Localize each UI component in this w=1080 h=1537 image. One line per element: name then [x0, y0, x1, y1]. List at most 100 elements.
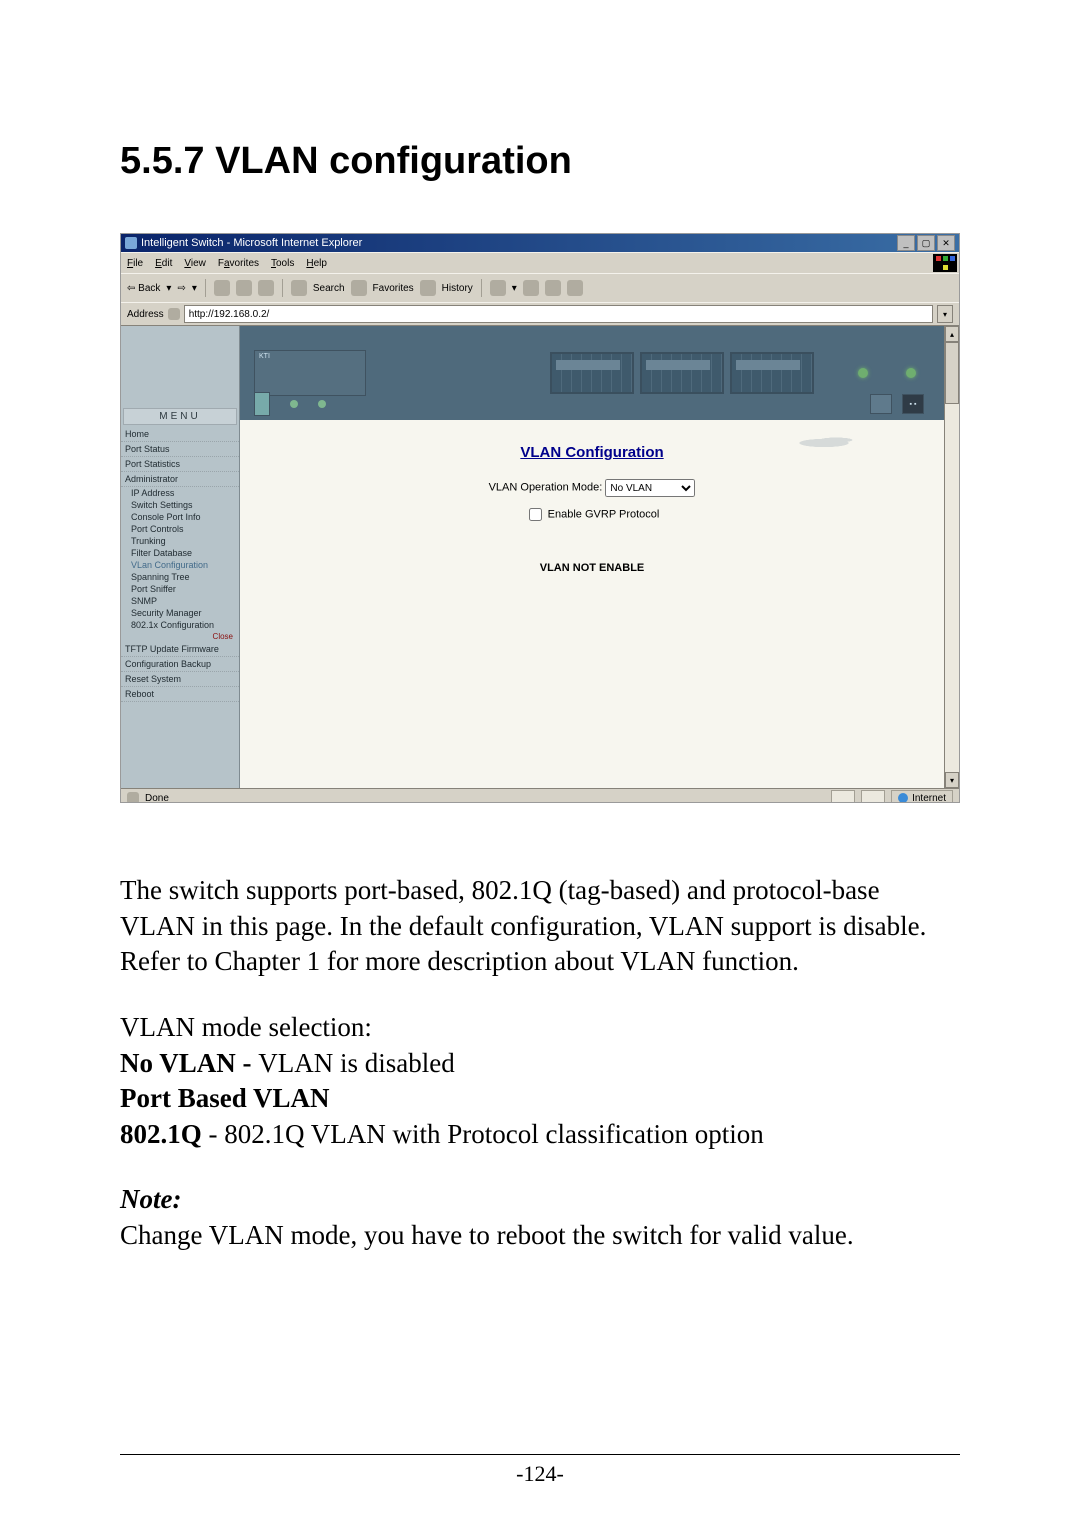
sidebar-sub-port-controls[interactable]: Port Controls — [121, 523, 239, 535]
close-button[interactable]: ✕ — [937, 235, 955, 251]
sidebar-sub-switch-settings[interactable]: Switch Settings — [121, 499, 239, 511]
ie-icon — [125, 237, 137, 249]
globe-icon — [898, 793, 908, 803]
sidebar-sub-snmp[interactable]: SNMP — [121, 595, 239, 607]
menu-edit[interactable]: Edit — [155, 258, 172, 269]
sidebar-item-home[interactable]: Home — [121, 427, 239, 442]
history-button[interactable]: History — [442, 283, 473, 294]
paragraph-note: Note: Change VLAN mode, you have to rebo… — [120, 1182, 960, 1253]
address-dropdown[interactable]: ▾ — [937, 305, 953, 323]
address-input[interactable] — [184, 305, 933, 323]
edit-icon[interactable] — [545, 280, 561, 296]
scrollbar-vertical[interactable]: ▴ ▾ — [944, 326, 959, 788]
sidebar-item-port-statistics[interactable]: Port Statistics — [121, 457, 239, 472]
vlan-mode-select[interactable]: No VLAN — [605, 479, 695, 497]
menubar: File Edit View Favorites Tools Help — [121, 252, 959, 273]
no-vlan-rest: VLAN is disabled — [258, 1048, 454, 1078]
status-dot-2 — [318, 400, 326, 408]
paragraph-modes: VLAN mode selection: No VLAN - VLAN is d… — [120, 1010, 960, 1153]
sidebar-sub-spanning-tree[interactable]: Spanning Tree — [121, 571, 239, 583]
sidebar-item-port-status[interactable]: Port Status — [121, 442, 239, 457]
menu-file[interactable]: File — [127, 258, 143, 269]
scroll-down-button[interactable]: ▾ — [945, 772, 959, 788]
home-icon[interactable] — [258, 280, 274, 296]
sidebar-sub-8021x-configuration[interactable]: 802.1x Configuration — [121, 619, 239, 631]
sidebar-sub-vlan-configuration[interactable]: VLan Configuration — [121, 559, 239, 571]
address-bar: Address ▾ — [121, 302, 959, 325]
device-icon — [254, 392, 270, 416]
favorites-button[interactable]: Favorites — [373, 283, 414, 294]
forward-dropdown[interactable]: ▾ — [192, 283, 197, 294]
search-button[interactable]: Search — [313, 283, 345, 294]
sidebar-item-reset-system[interactable]: Reset System — [121, 672, 239, 687]
sidebar-sub-port-sniffer[interactable]: Port Sniffer — [121, 583, 239, 595]
status-done: Done — [145, 793, 169, 804]
maximize-button[interactable]: ▢ — [917, 235, 935, 251]
q-bold: 802.1Q — [120, 1119, 202, 1149]
statusbar: Done Internet — [121, 788, 959, 803]
status-zone: Internet — [912, 793, 946, 804]
port-block-2 — [640, 352, 724, 394]
menu-favorites[interactable]: Favorites — [218, 258, 259, 269]
forward-button[interactable]: ⇨ — [177, 283, 185, 294]
minimize-button[interactable]: _ — [897, 235, 915, 251]
history-icon[interactable] — [420, 280, 436, 296]
scroll-up-button[interactable]: ▴ — [945, 326, 959, 342]
refresh-icon[interactable] — [236, 280, 252, 296]
banner-icon-2: ▪ ▪ — [902, 394, 924, 414]
done-icon — [127, 792, 139, 803]
status-segment-1 — [831, 790, 855, 803]
sidebar-item-config-backup[interactable]: Configuration Backup — [121, 657, 239, 672]
q-rest: - 802.1Q VLAN with Protocol classificati… — [202, 1119, 764, 1149]
back-button[interactable]: ⇦ Back — [127, 283, 160, 294]
paragraph-intro: The switch supports port-based, 802.1Q (… — [120, 873, 960, 980]
mail-dropdown[interactable]: ▾ — [512, 283, 517, 294]
status-segment-2 — [861, 790, 885, 803]
gvrp-label: Enable GVRP Protocol — [548, 508, 660, 520]
sidebar-sub-trunking[interactable]: Trunking — [121, 535, 239, 547]
page-icon — [168, 308, 180, 320]
sidebar-menu-header: MENU — [123, 408, 237, 425]
content-area: KTI ▪ ▪ — [240, 326, 944, 788]
page-number: -124- — [516, 1461, 564, 1486]
window-title: Intelligent Switch - Microsoft Internet … — [141, 237, 362, 249]
port-block-1 — [550, 352, 634, 394]
sidebar-close[interactable]: Close — [121, 631, 239, 642]
sidebar-sub-filter-database[interactable]: Filter Database — [121, 547, 239, 559]
banner-logo: KTI — [254, 350, 366, 396]
scroll-thumb[interactable] — [945, 342, 959, 404]
section-heading: 5.5.7 VLAN configuration — [120, 140, 960, 183]
sidebar-item-reboot[interactable]: Reboot — [121, 687, 239, 702]
sidebar-sub-security-manager[interactable]: Security Manager — [121, 607, 239, 619]
menu-help[interactable]: Help — [306, 258, 327, 269]
led-1 — [858, 368, 868, 378]
decorative-wave — [764, 428, 884, 458]
note-body: Change VLAN mode, you have to reboot the… — [120, 1220, 854, 1250]
search-icon[interactable] — [291, 280, 307, 296]
mail-icon[interactable] — [490, 280, 506, 296]
windows-logo-icon — [933, 254, 957, 272]
back-dropdown[interactable]: ▾ — [166, 283, 171, 294]
device-banner: KTI ▪ ▪ — [240, 326, 944, 420]
sidebar-sub-console-port-info[interactable]: Console Port Info — [121, 511, 239, 523]
browser-screenshot: Intelligent Switch - Microsoft Internet … — [120, 233, 960, 803]
print-icon[interactable] — [523, 280, 539, 296]
discuss-icon[interactable] — [567, 280, 583, 296]
sidebar-item-tftp-update[interactable]: TFTP Update Firmware — [121, 642, 239, 657]
window-titlebar: Intelligent Switch - Microsoft Internet … — [121, 234, 959, 252]
mode-selection-line: VLAN mode selection: — [120, 1012, 372, 1042]
menu-view[interactable]: View — [184, 258, 206, 269]
favorites-icon[interactable] — [351, 280, 367, 296]
gvrp-checkbox[interactable] — [529, 508, 542, 521]
sidebar-sub-ip-address[interactable]: IP Address — [121, 487, 239, 499]
menu-tools[interactable]: Tools — [271, 258, 294, 269]
note-label: Note: — [120, 1184, 181, 1214]
vlan-mode-label: VLAN Operation Mode: — [489, 482, 603, 494]
toolbar: ⇦ Back ▾ ⇨ ▾ Search Favorites History ▾ — [121, 273, 959, 302]
address-label: Address — [127, 309, 164, 320]
stop-icon[interactable] — [214, 280, 230, 296]
vlan-not-enable-text: VLAN NOT ENABLE — [270, 562, 914, 574]
sidebar-item-administrator[interactable]: Administrator — [121, 472, 239, 487]
page-footer: -124- — [120, 1454, 960, 1487]
led-2 — [906, 368, 916, 378]
